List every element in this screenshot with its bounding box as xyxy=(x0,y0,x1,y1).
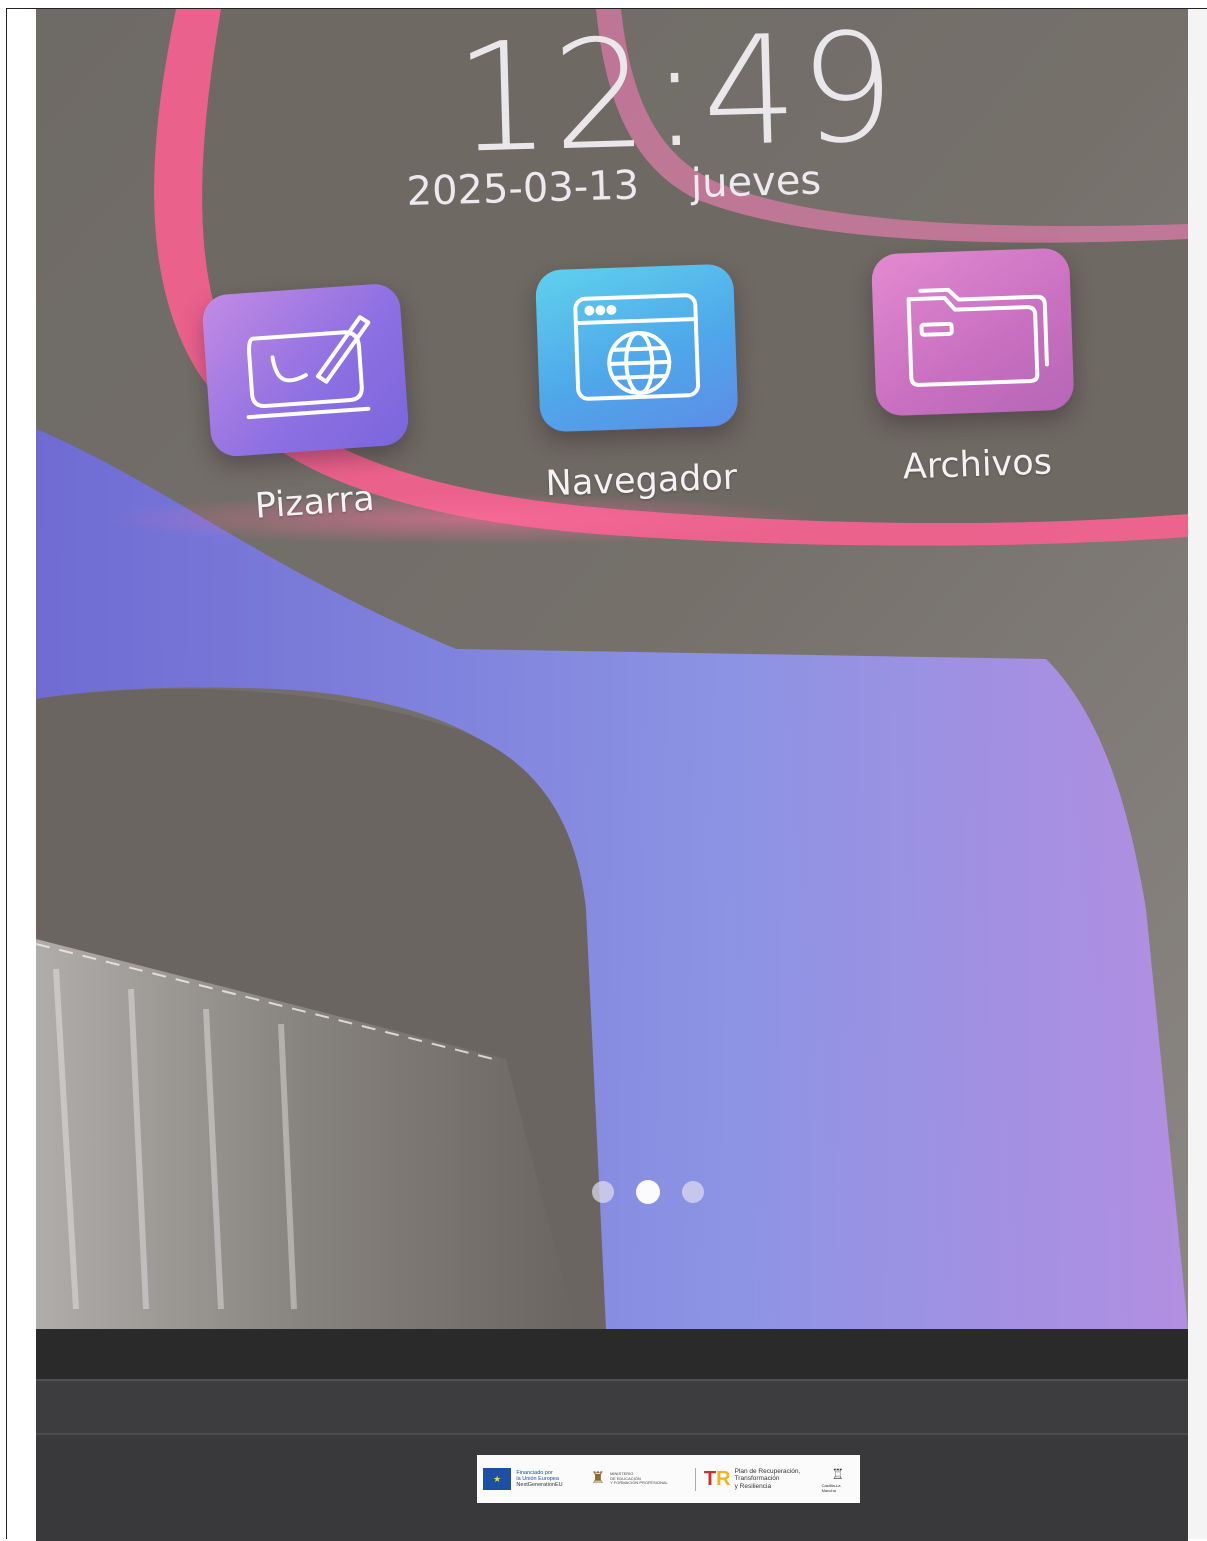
app-pizarra[interactable]: Pizarra xyxy=(170,280,446,532)
app-archivos[interactable]: Archivos xyxy=(840,247,1108,490)
folder-icon xyxy=(870,247,1075,417)
clock-time: 12:49 xyxy=(452,9,900,187)
page-indicator[interactable] xyxy=(592,1180,704,1204)
monitor-bezel-middle xyxy=(36,1379,1188,1435)
region-name: Castilla-La Mancha xyxy=(821,1482,841,1493)
monitor-bezel-top xyxy=(36,1329,1188,1379)
ministry-logo: ♜ MINISTERIO DE EDUCACIÓN Y FORMACIÓN PR… xyxy=(591,1470,695,1488)
whiteboard-pen-icon xyxy=(201,282,410,458)
prtr-line-1: Plan de Recuperación, xyxy=(734,1467,801,1475)
prtr-line-3: y Resiliencia xyxy=(734,1482,772,1490)
prtr-line-2: Transformación xyxy=(734,1475,780,1483)
funding-sticker: ★ Financiado por la Unión Europea NextGe… xyxy=(477,1455,860,1503)
regional-crest-icon: ♖ xyxy=(831,1465,845,1482)
spain-coat-of-arms-icon: ♜ xyxy=(590,1470,606,1488)
document-frame-left xyxy=(6,8,7,1539)
ministry-line-3: Y FORMACIÓN PROFESIONAL xyxy=(610,1480,668,1486)
eu-funding-text: Financiado por la Unión Europea NextGene… xyxy=(516,1470,582,1489)
castilla-la-mancha-logo: ♖ Castilla-La Mancha xyxy=(822,1466,854,1493)
browser-globe-icon xyxy=(534,263,739,433)
recovery-plan-logo: TR Plan de Recuperación, Transformación … xyxy=(694,1467,818,1491)
page-dot-3[interactable] xyxy=(682,1181,704,1203)
page-dot-1[interactable] xyxy=(592,1181,614,1203)
date-text: 2025-03-13 xyxy=(406,162,640,215)
display-screen: 12:49 2025-03-13 jueves Pizarra Navegado… xyxy=(36,9,1188,1329)
page-dot-2-active[interactable] xyxy=(636,1180,660,1204)
eu-line-3: NextGenerationEU xyxy=(516,1482,563,1489)
eu-flag-icon: ★ xyxy=(483,1468,512,1490)
weekday-text: jueves xyxy=(690,157,822,208)
photo-margin-right xyxy=(1188,9,1207,1539)
recovery-plan-tr-icon: TR xyxy=(703,1467,731,1490)
app-navegador[interactable]: Navegador xyxy=(504,263,772,506)
